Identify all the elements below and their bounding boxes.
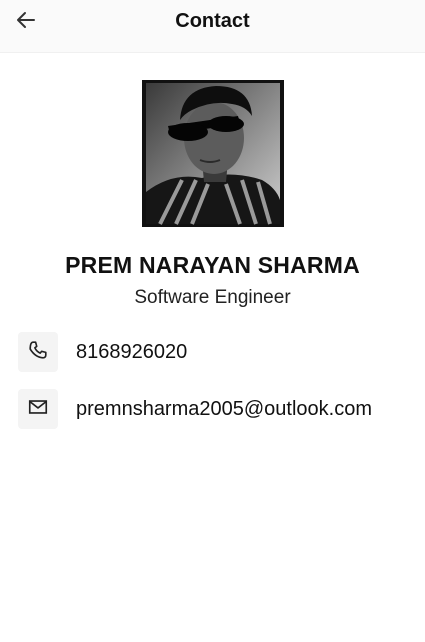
- mail-icon: [27, 396, 49, 423]
- profile-role: Software Engineer: [134, 287, 291, 308]
- profile-name: PREM NARAYAN SHARMA: [65, 252, 360, 278]
- email-row[interactable]: premnsharma2005@outlook.com: [18, 389, 372, 429]
- phone-row[interactable]: 8168926020: [18, 332, 187, 372]
- page-title: Contact: [175, 10, 250, 32]
- phone-icon: [27, 339, 49, 366]
- mail-icon-tile: [18, 389, 58, 429]
- phone-icon-tile: [18, 332, 58, 372]
- phone-number[interactable]: 8168926020: [76, 341, 187, 364]
- email-address[interactable]: premnsharma2005@outlook.com: [76, 398, 372, 421]
- profile-photo: [142, 80, 284, 227]
- app-header: Contact: [0, 0, 425, 53]
